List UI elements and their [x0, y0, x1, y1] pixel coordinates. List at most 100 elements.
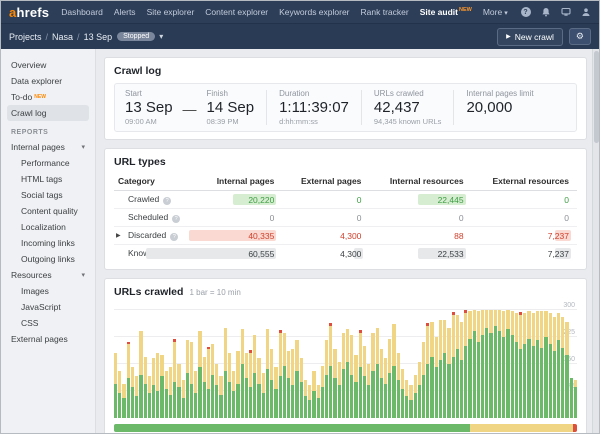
- nav-item-site-audit[interactable]: Site auditNEW: [420, 7, 472, 17]
- chart-bar: [418, 362, 421, 418]
- chart-bar: [570, 378, 573, 418]
- bar-seg-3xx: [287, 351, 290, 378]
- sidebar-item-social-tags[interactable]: Social tags: [7, 187, 89, 203]
- chart-bar: [207, 347, 210, 418]
- sidebar-item-javascript[interactable]: JavaScript: [7, 299, 89, 315]
- help-icon[interactable]: ?: [520, 7, 531, 18]
- stat-label: URLs crawled: [374, 89, 442, 98]
- account-icon[interactable]: [580, 7, 591, 18]
- bar-seg-2xx: [498, 331, 501, 418]
- info-icon[interactable]: ?: [163, 197, 171, 205]
- chart-bar: [397, 353, 400, 418]
- chart-bar: [312, 371, 315, 418]
- bar-seg-3xx: [473, 310, 476, 332]
- breadcrumb-projects[interactable]: Projects: [9, 32, 42, 42]
- column-header-category: Category: [114, 173, 198, 191]
- cell-number: 0: [564, 213, 569, 223]
- chart-bar: [561, 317, 564, 418]
- sidebar-item-localization[interactable]: Localization: [7, 219, 89, 235]
- table-row-crawled[interactable]: Crawled?20,220022,4450: [114, 191, 577, 209]
- sidebar-item-content-quality[interactable]: Content quality: [7, 203, 89, 219]
- bar-seg-3xx: [536, 311, 539, 340]
- sidebar-item-to-do[interactable]: To-doNEW: [7, 89, 89, 105]
- bar-seg-3xx: [464, 313, 467, 346]
- table-row-known[interactable]: Known?60,5554,30022,5337,237: [114, 245, 577, 263]
- chart-bar: [118, 371, 121, 418]
- bar-seg-3xx: [203, 357, 206, 382]
- scrollbar[interactable]: [592, 49, 599, 433]
- stat-value: 14 Sep: [207, 99, 255, 116]
- sidebar-item-images[interactable]: Images: [7, 283, 89, 299]
- info-icon[interactable]: ?: [172, 215, 180, 223]
- bar-seg-2xx: [392, 366, 395, 418]
- table-row-discarded[interactable]: ▶Discarded?40,3354,300887,237: [114, 227, 577, 245]
- progress-seg-4xx: [573, 424, 577, 432]
- sidebar-item-incoming-links[interactable]: Incoming links: [7, 235, 89, 251]
- bar-seg-3xx: [346, 329, 349, 362]
- chart-bar: [557, 313, 560, 418]
- chart-bar: [279, 330, 282, 418]
- bar-seg-3xx: [380, 349, 383, 378]
- table-row-scheduled[interactable]: Scheduled?0000: [114, 209, 577, 227]
- nav-item-site-explorer[interactable]: Site explorer: [147, 7, 195, 17]
- display-icon[interactable]: [560, 7, 571, 18]
- bar-seg-2xx: [177, 387, 180, 418]
- sidebar-item-html-tags[interactable]: HTML tags: [7, 171, 89, 187]
- chart-bar: [430, 322, 433, 418]
- bar-seg-2xx: [481, 335, 484, 418]
- bar-seg-3xx: [291, 349, 294, 385]
- sidebar-item-crawl-log[interactable]: Crawl log: [7, 105, 89, 121]
- breadcrumb-nasa[interactable]: Nasa: [52, 32, 73, 42]
- sidebar-item-internal-pages[interactable]: Internal pages▾: [7, 139, 89, 155]
- bar-seg-3xx: [148, 376, 151, 392]
- bar-seg-3xx: [232, 371, 235, 391]
- chart-bars[interactable]: [114, 306, 577, 418]
- bar-seg-3xx: [354, 355, 357, 382]
- cell-value: 20,220: [198, 191, 282, 209]
- row-label: ▶Discarded?: [114, 227, 198, 245]
- sidebar-item-outgoing-links[interactable]: Outgoing links: [7, 251, 89, 267]
- expand-caret-icon[interactable]: ▶: [116, 232, 121, 239]
- bar-seg-2xx: [532, 346, 535, 418]
- sidebar-item-overview[interactable]: Overview: [7, 57, 89, 73]
- settings-button[interactable]: ⚙: [569, 28, 591, 45]
- chart-bar: [224, 328, 227, 418]
- sidebar-item-performance[interactable]: Performance: [7, 155, 89, 171]
- sidebar-item-resources[interactable]: Resources▾: [7, 267, 89, 283]
- chart-bar: [346, 329, 349, 418]
- bar-seg-2xx: [144, 384, 147, 418]
- sidebar-item-css[interactable]: CSS: [7, 315, 89, 331]
- sidebar-item-external-pages[interactable]: External pages: [7, 331, 89, 347]
- status-distribution-bar: [114, 424, 577, 432]
- chart-bar: [473, 310, 476, 418]
- bar-seg-3xx: [498, 310, 501, 332]
- chevron-down-icon[interactable]: ▾: [159, 32, 163, 41]
- nav-item-dashboard[interactable]: Dashboard: [61, 7, 103, 17]
- nav-item-alerts[interactable]: Alerts: [114, 7, 136, 17]
- chevron-down-icon[interactable]: ▾: [81, 271, 85, 279]
- bar-seg-3xx: [456, 315, 459, 349]
- sidebar-item-data-explorer[interactable]: Data explorer: [7, 73, 89, 89]
- scrollbar-thumb[interactable]: [594, 51, 599, 143]
- bar-seg-3xx: [561, 317, 564, 348]
- cell-value: 0: [472, 209, 577, 227]
- new-crawl-button[interactable]: ▶ New crawl: [497, 28, 563, 46]
- breadcrumb-13-sep[interactable]: 13 Sep: [84, 32, 113, 42]
- cell-number: 4,300: [340, 231, 361, 241]
- breadcrumb-bar: Projects/Nasa/13 Sep Stopped ▾ ▶ New cra…: [1, 23, 599, 49]
- stat-value: 20,000: [466, 99, 533, 116]
- crawl-chart[interactable]: 75150225300: [114, 306, 577, 418]
- nav-item-rank-tracker[interactable]: Rank tracker: [361, 7, 409, 17]
- chart-bar: [283, 333, 286, 418]
- info-icon[interactable]: ?: [170, 233, 178, 241]
- stat-subtext: 08:39 PM: [207, 117, 255, 126]
- nav-item-keywords-explorer[interactable]: Keywords explorer: [279, 7, 349, 17]
- ahrefs-logo[interactable]: ahrefs: [9, 5, 49, 20]
- notifications-icon[interactable]: [540, 7, 551, 18]
- bar-seg-2xx: [152, 385, 155, 418]
- nav-item-more[interactable]: More▾: [483, 7, 508, 17]
- chart-bar: [468, 311, 471, 418]
- nav-item-content-explorer[interactable]: Content explorer: [205, 7, 268, 17]
- bar-seg-2xx: [338, 385, 341, 418]
- chevron-down-icon[interactable]: ▾: [81, 143, 85, 151]
